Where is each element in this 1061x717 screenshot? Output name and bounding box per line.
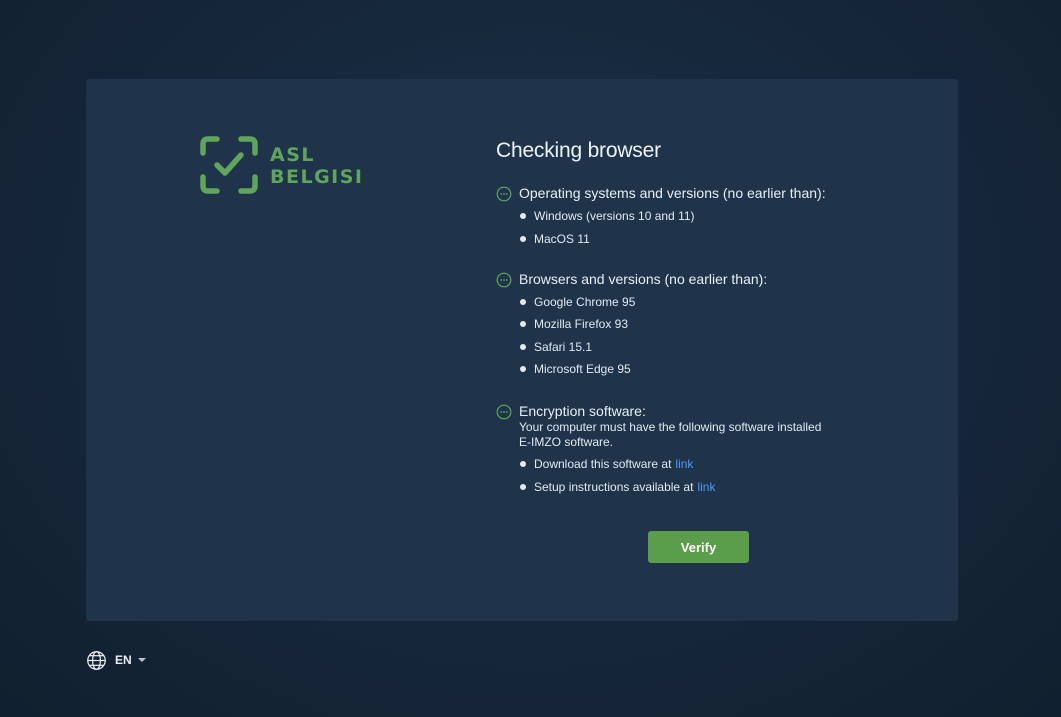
- logo-text: ASL BELGISI: [270, 144, 364, 188]
- logo-line-2: BELGISI: [270, 166, 364, 188]
- list-item: Setup instructions available at link: [519, 479, 896, 495]
- setup-instructions-link[interactable]: link: [697, 480, 715, 494]
- asl-belgisi-logo: ASL BELGISI: [200, 136, 362, 196]
- list-item: Mozilla Firefox 93: [519, 316, 896, 332]
- bullet-icon: [520, 213, 526, 219]
- page-title: Checking browser: [496, 139, 661, 162]
- language-selector[interactable]: EN: [86, 649, 147, 671]
- os-list: Windows (versions 10 and 11) MacOS 11: [519, 208, 896, 247]
- section-operating-systems: Operating systems and versions (no earli…: [496, 185, 896, 247]
- pending-status-icon: [496, 272, 512, 287]
- bullet-icon: [520, 366, 526, 372]
- list-item: Microsoft Edge 95: [519, 361, 896, 377]
- software-list: Download this software at link Setup inst…: [519, 456, 896, 495]
- list-item-text: Mozilla Firefox 93: [534, 317, 629, 331]
- logo-line-1: ASL: [270, 144, 315, 166]
- list-item-text: MacOS 11: [534, 231, 590, 246]
- bullet-icon: [520, 461, 526, 467]
- requirements-panel: Checking browser Operating systems and v…: [496, 139, 896, 501]
- chevron-down-icon: [137, 658, 146, 662]
- section-title: Operating systems and versions (no earli…: [519, 185, 826, 201]
- list-item: Windows (versions 10 and 11): [519, 208, 896, 224]
- section-browsers: Browsers and versions (no earlier than):…: [496, 271, 896, 378]
- section-title: Browsers and versions (no earlier than):: [519, 270, 768, 287]
- section-description: E-IMZO software.: [519, 435, 614, 449]
- checkmark-frame-icon: [200, 136, 258, 194]
- page: ASL BELGISI Checking browser Operating s…: [0, 0, 1061, 717]
- list-item-text: Windows (versions 10 and 11): [534, 209, 695, 223]
- pending-status-icon: [496, 186, 512, 202]
- section-encryption-software: Encryption software: Your computer must …: [496, 403, 896, 495]
- list-item-text: Safari 15.1: [534, 339, 593, 354]
- pending-status-icon: [496, 404, 512, 420]
- bullet-icon: [520, 343, 526, 350]
- bullet-icon: [520, 483, 526, 490]
- language-code: EN: [115, 653, 132, 667]
- bullet-icon: [520, 235, 526, 242]
- globe-icon: [87, 650, 106, 670]
- download-link[interactable]: link: [675, 457, 693, 471]
- check-card: ASL BELGISI Checking browser Operating s…: [86, 79, 958, 621]
- list-item-text: Microsoft Edge 95: [534, 362, 631, 376]
- section-description: Your computer must have the following so…: [519, 420, 822, 434]
- list-item: Google Chrome 95: [519, 294, 896, 310]
- list-item-text: Google Chrome 95: [534, 294, 636, 309]
- list-item-text: Download this software at: [534, 457, 672, 471]
- list-item: MacOS 11: [519, 231, 896, 247]
- verify-button[interactable]: Verify: [648, 531, 749, 563]
- browser-list: Google Chrome 95 Mozilla Firefox 93 Safa…: [519, 294, 896, 378]
- list-item: Download this software at link: [519, 456, 896, 472]
- bullet-icon: [520, 298, 526, 305]
- list-item: Safari 15.1: [519, 339, 896, 355]
- bullet-icon: [520, 321, 526, 327]
- section-title: Encryption software:: [519, 403, 646, 419]
- list-item-text: Setup instructions available at: [534, 479, 694, 494]
